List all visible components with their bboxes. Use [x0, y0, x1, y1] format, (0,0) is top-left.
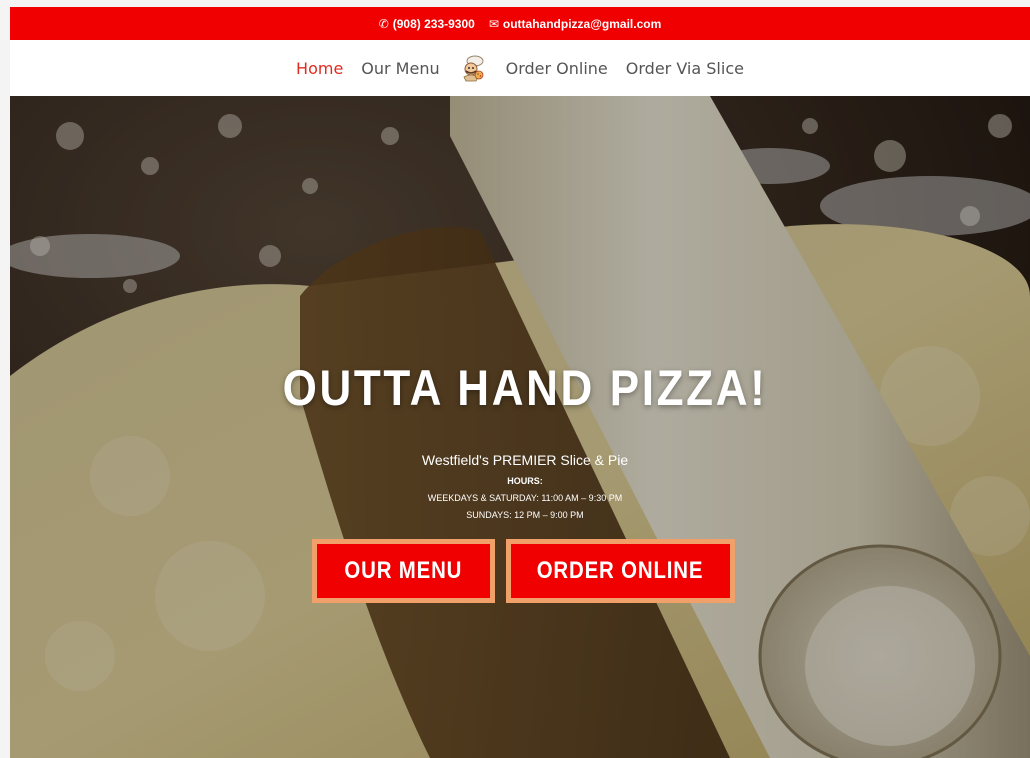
order-online-button[interactable]: ORDER ONLINE [506, 539, 735, 603]
order-online-button-label: ORDER ONLINE [537, 557, 704, 584]
main-nav: Home Our Menu Order Online Order Via Sli… [10, 40, 1030, 96]
hours-weekdays: WEEKDAYS & SATURDAY: 11:00 AM – 9:30 PM [427, 493, 623, 503]
email-address: outtahandpizza@gmail.com [502, 16, 662, 31]
page: ✆ (908) 233-9300 ✉ outtahandpizza@gmail.… [10, 7, 1030, 758]
nav-item-home[interactable]: Home [296, 59, 343, 78]
our-menu-button-label: OUR MENU [344, 557, 463, 584]
hours-label: HOURS: [507, 476, 543, 486]
nav-item-order-via-slice[interactable]: Order Via Slice [626, 59, 744, 78]
nav-item-our-menu[interactable]: Our Menu [361, 59, 439, 78]
envelope-icon: ✉ [488, 16, 499, 31]
hero-tagline: Westfield's PREMIER Slice & Pie [421, 452, 629, 468]
hero-content: OUTTA HAND PIZZA! Westfield's PREMIER Sl… [10, 96, 1030, 758]
chef-logo-icon[interactable] [458, 53, 488, 83]
hours-sundays: SUNDAYS: 12 PM – 9:00 PM [466, 510, 584, 520]
email-link[interactable]: ✉ outtahandpizza@gmail.com [489, 17, 661, 31]
phone-icon: ✆ [378, 16, 389, 31]
hero-section: OUTTA HAND PIZZA! Westfield's PREMIER Sl… [10, 96, 1030, 758]
our-menu-button[interactable]: OUR MENU [312, 539, 495, 603]
hero-title: OUTTA HAND PIZZA! [282, 360, 768, 416]
phone-link[interactable]: ✆ (908) 233-9300 [379, 17, 475, 31]
top-contact-bar: ✆ (908) 233-9300 ✉ outtahandpizza@gmail.… [10, 7, 1030, 40]
phone-number: (908) 233-9300 [392, 16, 475, 31]
nav-item-order-online[interactable]: Order Online [506, 59, 608, 78]
